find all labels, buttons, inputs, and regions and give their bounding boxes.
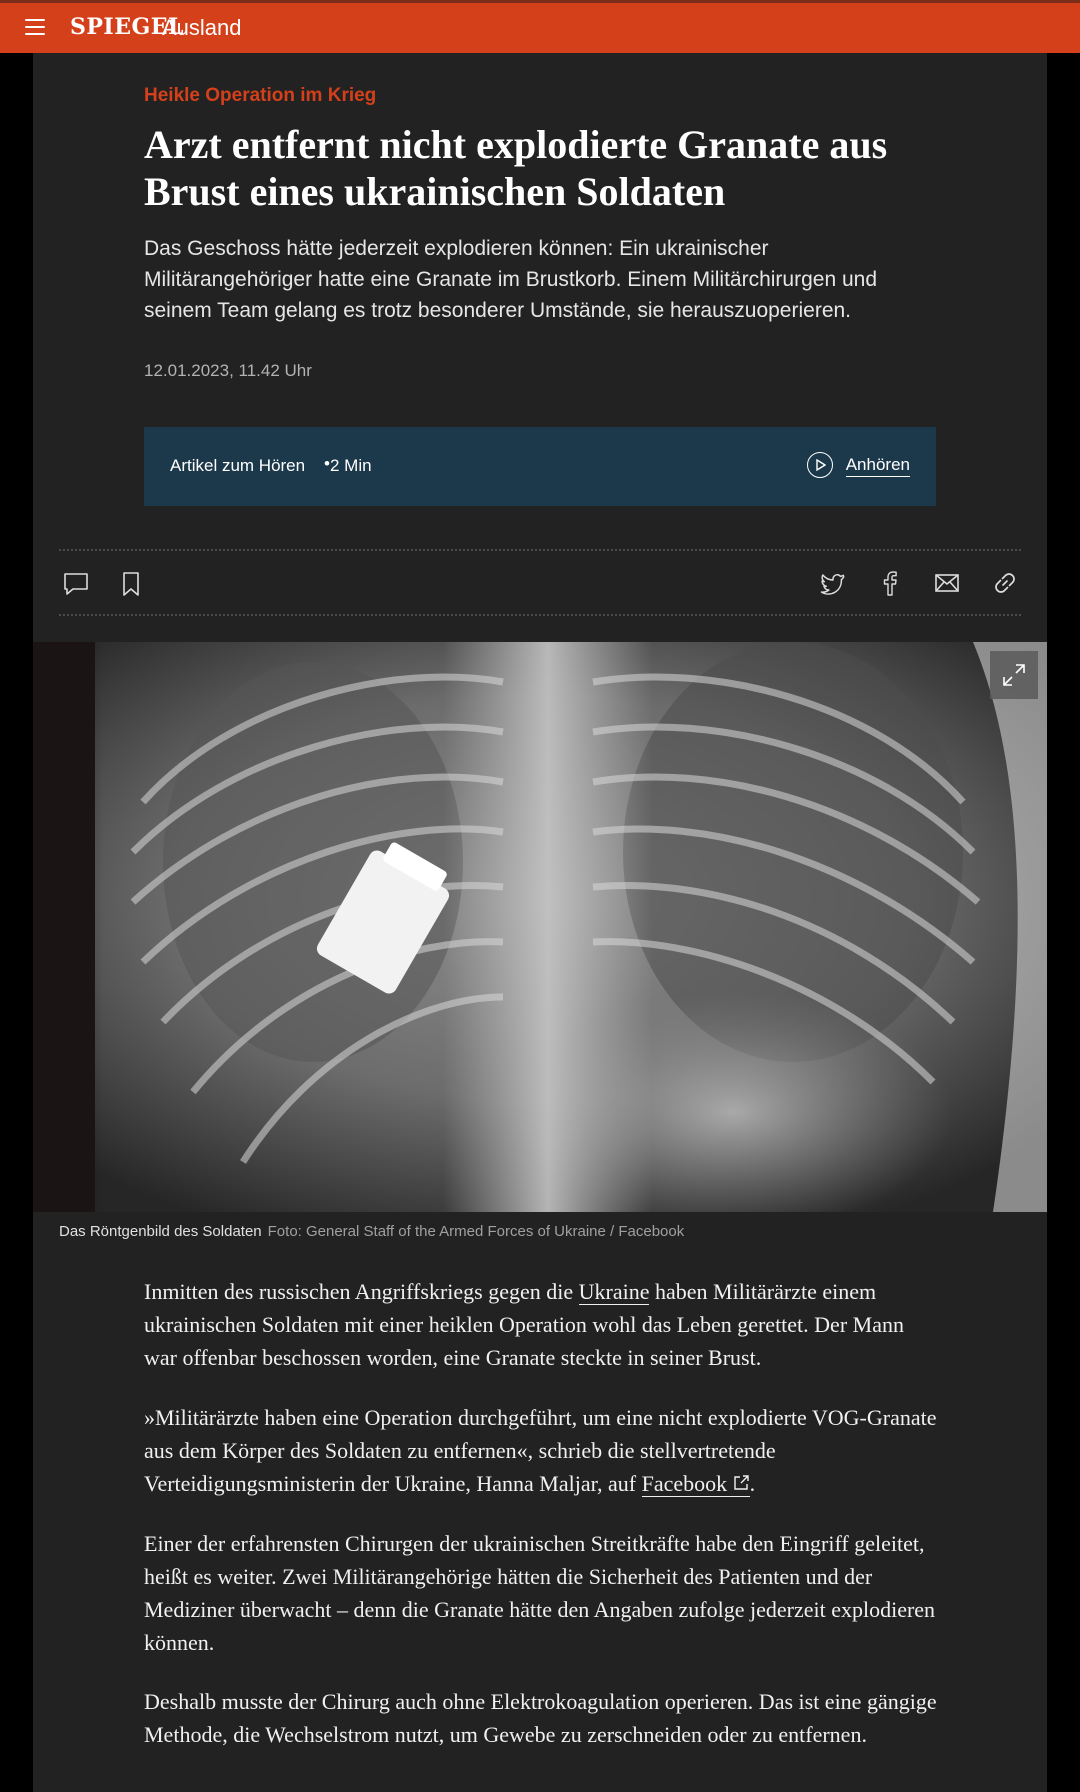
xray-illustration bbox=[33, 642, 1047, 1212]
facebook-link-text: Facebook bbox=[641, 1471, 728, 1496]
ukraine-link[interactable]: Ukraine bbox=[578, 1279, 650, 1305]
audio-duration: 2 Min bbox=[330, 456, 372, 475]
facebook-icon[interactable] bbox=[876, 569, 904, 597]
mail-icon[interactable] bbox=[933, 569, 961, 597]
paragraph-4: Deshalb musste der Chirurg auch ohne Ele… bbox=[144, 1689, 937, 1747]
paragraph-text: . bbox=[749, 1471, 756, 1496]
audio-player-box: Artikel zum Hören • 2 Min Anhören bbox=[144, 427, 936, 506]
top-bar: SPIEGEL Ausland bbox=[0, 0, 1080, 53]
expand-icon bbox=[1003, 664, 1025, 686]
comment-icon[interactable] bbox=[62, 570, 90, 598]
photo-credit: Foto: General Staff of the Armed Forces … bbox=[267, 1223, 685, 1240]
twitter-icon[interactable] bbox=[819, 569, 847, 597]
play-icon bbox=[806, 452, 833, 478]
audio-label: Artikel zum Hören bbox=[170, 456, 306, 475]
section-name[interactable]: Ausland bbox=[162, 15, 242, 41]
external-link-icon bbox=[733, 1475, 749, 1490]
caption-text: Das Röntgenbild des Soldaten bbox=[59, 1223, 262, 1240]
hamburger-menu-icon[interactable] bbox=[25, 19, 45, 35]
expand-image-button[interactable] bbox=[990, 651, 1038, 699]
article-headline: Arzt entfernt nicht explodierte Granate … bbox=[144, 122, 888, 214]
publish-date: 12.01.2023, 11.42 Uhr bbox=[144, 361, 312, 380]
article-container: Heikle Operation im Krieg Arzt entfernt … bbox=[33, 53, 1047, 1792]
xray-image[interactable] bbox=[33, 642, 1047, 1212]
link-icon[interactable] bbox=[991, 569, 1019, 597]
paragraph-3: Einer der erfahrensten Chirurgen der ukr… bbox=[144, 1531, 936, 1655]
article-kicker: Heikle Operation im Krieg bbox=[144, 85, 377, 106]
divider bbox=[59, 549, 1021, 551]
image-caption: Das Röntgenbild des Soldaten Foto: Genera… bbox=[59, 1223, 684, 1240]
paragraph-text: »Militärärzte haben eine Operation durch… bbox=[144, 1405, 937, 1496]
listen-button[interactable]: Anhören bbox=[806, 451, 910, 481]
facebook-link[interactable]: Facebook bbox=[641, 1471, 750, 1497]
divider bbox=[59, 614, 1021, 616]
article-lead: Das Geschoss hätte jederzeit explodieren… bbox=[144, 237, 878, 322]
listen-label: Anhören bbox=[845, 455, 910, 477]
paragraph-2: »Militärärzte haben eine Operation durch… bbox=[144, 1401, 939, 1500]
paragraph-text: Inmitten des russischen Angriffskriegs g… bbox=[144, 1279, 579, 1304]
bookmark-icon[interactable] bbox=[117, 570, 145, 598]
paragraph-1: Inmitten des russischen Angriffskriegs g… bbox=[144, 1275, 939, 1374]
